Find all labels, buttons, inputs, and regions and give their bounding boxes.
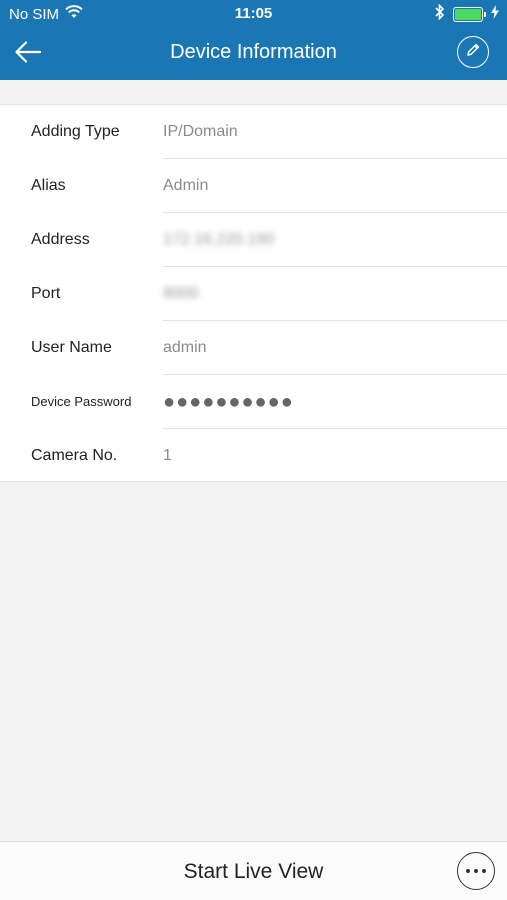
- page-title: Device Information: [170, 41, 337, 63]
- edit-pencil-icon: [465, 42, 481, 63]
- camera-no-row: Camera No. 1: [0, 429, 507, 483]
- status-indicators: [435, 3, 499, 24]
- device-info-form: Adding Type IP/Domain Alias Admin Addres…: [0, 104, 507, 482]
- header: No SIM 11:05 Device Information: [0, 0, 507, 80]
- charging-bolt-icon: [491, 5, 499, 23]
- user-name-label: User Name: [31, 339, 112, 356]
- more-dot-icon: [466, 869, 470, 873]
- user-name-value: admin: [163, 339, 207, 356]
- port-value: 8000: [163, 285, 199, 302]
- port-row: Port 8000: [0, 267, 507, 321]
- alias-label: Alias: [31, 177, 66, 194]
- address-label: Address: [31, 231, 90, 248]
- bottom-toolbar: Start Live View: [0, 841, 507, 900]
- device-password-label: Device Password: [31, 394, 132, 409]
- edit-button[interactable]: [457, 36, 489, 68]
- clock: 11:05: [234, 5, 273, 22]
- navigation-bar: Device Information: [0, 28, 507, 80]
- more-dot-icon: [474, 869, 478, 873]
- address-value: 172.16.220.190: [163, 231, 275, 248]
- more-dot-icon: [482, 869, 486, 873]
- adding-type-row: Adding Type IP/Domain: [0, 105, 507, 159]
- camera-no-value: 1: [163, 447, 172, 464]
- alias-row: Alias Admin: [0, 159, 507, 213]
- battery-level: [455, 8, 481, 20]
- user-name-row: User Name admin: [0, 321, 507, 375]
- camera-no-label: Camera No.: [31, 447, 118, 464]
- port-label: Port: [31, 285, 61, 302]
- more-options-button[interactable]: [457, 852, 495, 890]
- device-information-screen: No SIM 11:05 Device Information Adding T…: [0, 0, 507, 900]
- bluetooth-icon: [435, 3, 445, 24]
- device-password-value: ●●●●●●●●●●: [163, 391, 294, 413]
- battery-icon: [453, 6, 486, 22]
- adding-type-label: Adding Type: [31, 123, 120, 140]
- address-row: Address 172.16.220.190: [0, 213, 507, 267]
- start-live-view-button[interactable]: Start Live View: [120, 842, 387, 900]
- adding-type-value: IP/Domain: [163, 123, 238, 140]
- device-password-row: Device Password ●●●●●●●●●●: [0, 375, 507, 429]
- alias-value: Admin: [163, 177, 209, 194]
- status-bar: No SIM 11:05: [0, 0, 507, 28]
